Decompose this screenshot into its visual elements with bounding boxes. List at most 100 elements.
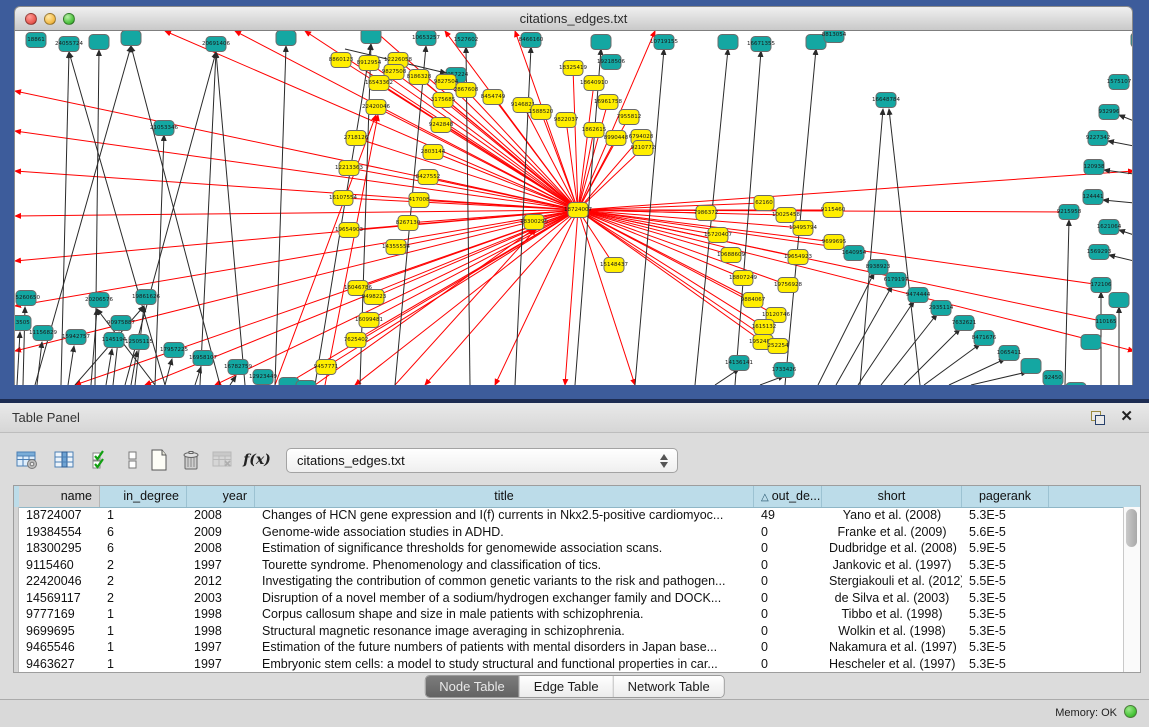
table-mode-button[interactable] [14,447,40,473]
column-header-pagerank[interactable]: pagerank [962,486,1049,507]
table-row[interactable]: 911546021997Tourette syndrome. Phenomeno… [14,557,1124,574]
tab-edge-table[interactable]: Edge Table [520,676,614,697]
graph-node[interactable]: 16543362 [365,76,393,91]
graph-node[interactable]: 172106 [1091,278,1112,293]
select-all-button[interactable] [88,447,114,473]
graph-node[interactable]: 9884067 [741,293,766,308]
graph-node[interactable]: 1575107 [1107,75,1132,90]
table-row[interactable]: 946554611997Estimation of the future num… [14,639,1124,656]
graph-node[interactable]: 1640954 [842,246,867,261]
delete-table-button[interactable] [210,447,236,473]
graph-node[interactable]: 15720407 [704,228,732,243]
table-row[interactable]: 1456911722003Disruption of a novel membe… [14,590,1124,607]
graph-node[interactable]: 8267130 [396,216,421,231]
graph-node[interactable]: 14355554 [382,240,410,255]
graph-node[interactable]: 10719155 [650,35,678,50]
column-header-in_degree[interactable]: in_degree [100,486,187,507]
graph-node[interactable]: 8471676 [972,331,997,346]
tab-network-table[interactable]: Network Table [614,676,724,697]
close-panel-icon[interactable]: ✕ [1120,408,1133,426]
function-builder-button[interactable]: f(x) [244,447,270,473]
graph-node[interactable]: 932996 [1099,105,1120,120]
graph-node[interactable]: 18325419 [559,61,587,76]
graph-node[interactable] [276,31,296,46]
column-header-title[interactable]: title [255,486,754,507]
graph-node[interactable]: 62160 [754,196,774,211]
graph-node[interactable]: 3175685 [431,93,456,108]
graph-node[interactable]: 1588520 [529,105,554,120]
graph-node[interactable]: 25260650 [15,291,40,306]
graph-node[interactable]: 8938923 [866,260,891,275]
graph-node[interactable]: 92450 [1043,371,1063,386]
graph-node[interactable]: 9215958 [1057,205,1082,220]
graph-node[interactable]: 9498223 [362,290,387,305]
graph-node[interactable]: 13505 [15,316,31,331]
table-row[interactable]: 1872400712008Changes of HCN gene express… [14,507,1124,524]
graph-node[interactable]: 19861626 [132,290,160,305]
graph-node[interactable]: 9474444 [906,288,931,303]
table-row[interactable]: 946362711997Embryonic stem cells: a mode… [14,656,1124,673]
new-column-button[interactable] [146,447,172,473]
graph-node[interactable]: 9822037 [554,113,579,128]
network-canvas[interactable]: 1886124055724206914061065325715276028466… [14,31,1133,385]
graph-node[interactable]: 2718126 [344,131,369,146]
graph-node[interactable]: 19654923 [784,250,812,265]
graph-node[interactable]: 1145194 [102,333,127,348]
graph-node[interactable]: 8860123 [329,53,354,68]
graph-node[interactable]: 20691406 [202,37,230,52]
graph-node[interactable]: 17957225 [160,343,188,358]
graph-node[interactable]: 417008 [409,193,430,208]
table-panel-titlebar[interactable]: Table Panel ✕ [0,403,1149,433]
graph-node[interactable]: 2803144 [421,145,446,160]
graph-node[interactable]: 12923449 [249,370,277,385]
graph-node[interactable]: 21053346 [150,121,178,136]
table-row[interactable]: 1938455462009Genome-wide association stu… [14,524,1124,541]
table-row[interactable]: 969969511998Structural magnetic resonanc… [14,623,1124,640]
graph-node[interactable]: 15148437 [600,258,628,273]
graph-node[interactable]: 20206576 [85,293,113,308]
graph-node[interactable]: 8466160 [519,33,544,48]
graph-node[interactable]: 9115460 [821,203,846,218]
graph-node[interactable]: 10653257 [412,31,440,46]
graph-node[interactable]: 8990448 [604,131,629,146]
graph-node[interactable]: 1733426 [772,363,797,378]
table-row[interactable]: 977716911998Corpus callosum shape and si… [14,606,1124,623]
graph-node[interactable]: 16671355 [747,37,775,52]
graph-node[interactable]: 8427552 [416,170,441,185]
deselect-all-button[interactable] [120,447,146,473]
graph-node[interactable] [89,35,109,50]
graph-node[interactable]: 1615132 [752,320,777,335]
table-row[interactable]: 1830029562008Estimation of significance … [14,540,1124,557]
column-header-out_de[interactable]: △out_de... [754,486,822,507]
graph-node[interactable]: 16099481 [355,313,383,328]
graph-node[interactable]: 16958107 [189,351,217,366]
graph-node[interactable]: 120938 [1084,160,1105,175]
graph-node[interactable]: 7632621 [952,316,977,331]
graph-node[interactable] [1066,383,1086,386]
graph-node[interactable]: 2935114 [929,301,954,316]
graph-node[interactable] [1131,33,1133,48]
graph-node[interactable] [1021,359,1041,374]
graph-node[interactable]: 8912954 [357,56,382,71]
graph-node[interactable]: 6179197 [884,273,909,288]
graph-node[interactable] [1081,335,1101,350]
graph-node[interactable]: 16107554 [329,191,357,206]
graph-node[interactable]: 1065411 [997,346,1022,361]
graph-node[interactable]: 7955812 [617,110,642,125]
scrollbar-thumb[interactable] [1126,509,1137,547]
network-graph[interactable]: 1886124055724206914061065325715276028466… [15,31,1133,385]
table-row[interactable]: 2242004622012Investigating the contribut… [14,573,1124,590]
tab-node-table[interactable]: Node Table [425,676,520,697]
graph-node[interactable] [1109,293,1129,308]
graph-node[interactable]: 15942757 [62,330,90,345]
graph-node[interactable]: 19218506 [597,55,625,70]
graph-node[interactable]: 1527602 [454,33,479,48]
graph-node[interactable]: 9699695 [822,235,847,250]
graph-node[interactable]: 8186328 [407,70,432,85]
graph-node[interactable] [718,35,738,50]
graph-node[interactable] [121,31,141,46]
column-header-year[interactable]: year [187,486,255,507]
graph-node[interactable]: 90975887 [107,316,135,331]
column-header-name[interactable]: name [19,486,100,507]
graph-node[interactable]: 8454749 [481,90,506,105]
